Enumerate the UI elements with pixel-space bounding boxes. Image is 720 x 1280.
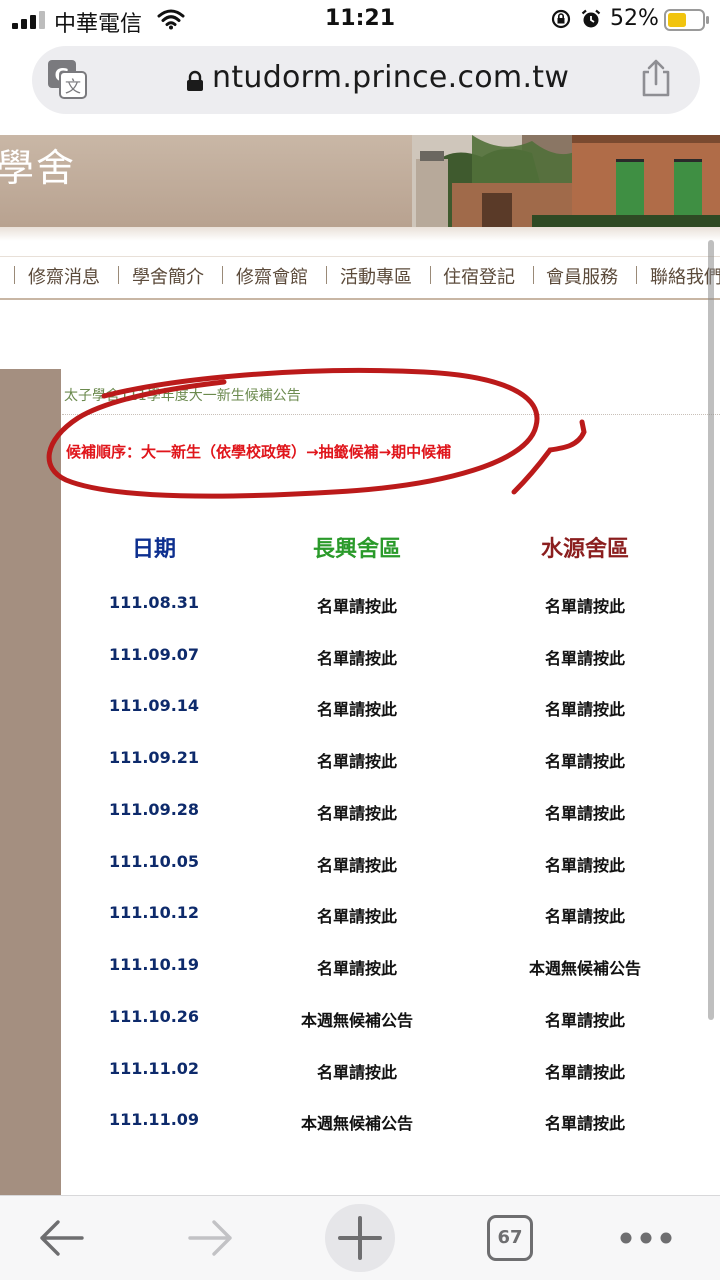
changxing-link[interactable]: 名單請按此 [237, 645, 477, 669]
back-arrow-icon[interactable] [36, 1214, 88, 1262]
table-row: 111.08.31 名單請按此 名單請按此 [0, 593, 720, 623]
shuiyuan-link[interactable]: 名單請按此 [465, 748, 705, 772]
share-icon[interactable] [638, 58, 674, 98]
no-waitlist-notice: 本週無候補公告 [300, 1011, 413, 1030]
nav-separator [636, 266, 637, 284]
shuiyuan-link[interactable]: 名單請按此 [465, 593, 705, 617]
table-row: 111.10.19 名單請按此 本週無候補公告 [0, 955, 720, 985]
battery-icon [664, 9, 709, 31]
nav-separator [222, 266, 223, 284]
battery-percentage: 52% [610, 6, 659, 31]
changxing-link[interactable]: 名單請按此 [237, 955, 477, 979]
shuiyuan-link[interactable]: 名單請按此 [465, 645, 705, 669]
changxing-link[interactable]: 名單請按此 [237, 748, 477, 772]
no-waitlist-notice: 本週無候補公告 [300, 1114, 413, 1133]
waitlist-order: 候補順序：大一新生（依學校政策）→抽籤候補→期中候補 [66, 443, 452, 461]
nav-item-registration[interactable]: 住宿登記 [443, 263, 515, 289]
shuiyuan-link[interactable]: 名單請按此 [465, 852, 705, 876]
nav-item-hall[interactable]: 修齋會館 [236, 263, 308, 289]
shuiyuan-link[interactable]: 名單請按此 [465, 1059, 705, 1083]
column-header-changxing: 長興舍區 [312, 537, 401, 562]
plus-icon [338, 1216, 382, 1260]
nav-separator [326, 266, 327, 284]
site-banner: 學舍 [0, 135, 720, 227]
nav-item-about[interactable]: 學舍簡介 [132, 263, 204, 289]
hand-drawn-circle-annotation [46, 367, 587, 499]
nav-item-members[interactable]: 會員服務 [546, 263, 618, 289]
table-row: 111.09.28 名單請按此 名單請按此 [0, 800, 720, 830]
table-row: 111.09.21 名單請按此 名單請按此 [0, 748, 720, 778]
padlock-icon [187, 70, 203, 91]
announcement-divider [62, 414, 720, 415]
status-bar: 中華電信 11:21 52% [0, 0, 720, 40]
nav-divider-bottom [0, 298, 720, 300]
svg-text:文: 文 [65, 77, 81, 96]
table-row: 111.09.14 名單請按此 名單請按此 [0, 696, 720, 726]
changxing-link[interactable]: 名單請按此 [237, 696, 477, 720]
no-waitlist-notice: 本週無候補公告 [528, 959, 641, 978]
shuiyuan-link[interactable]: 名單請按此 [465, 1110, 705, 1134]
tabs-icon[interactable]: 67 [487, 1215, 533, 1261]
banner-shadow [0, 227, 720, 241]
table-row: 111.09.07 名單請按此 名單請按此 [0, 645, 720, 675]
banner-title: 學舍 [0, 146, 77, 190]
shuiyuan-link[interactable]: 名單請按此 [465, 903, 705, 927]
new-tab-button[interactable] [325, 1204, 395, 1272]
translate-icon[interactable]: G 文 [46, 58, 88, 100]
changxing-link[interactable]: 名單請按此 [237, 852, 477, 876]
table-row: 111.10.26 本週無候補公告 名單請按此 [0, 1007, 720, 1037]
nav-item-events[interactable]: 活動專區 [340, 263, 412, 289]
changxing-link[interactable]: 名單請按此 [237, 1059, 477, 1083]
table-row: 111.11.02 名單請按此 名單請按此 [0, 1059, 720, 1089]
shuiyuan-link[interactable]: 名單請按此 [465, 1007, 705, 1031]
changxing-link[interactable]: 名單請按此 [237, 800, 477, 824]
page-scrollbar[interactable] [708, 240, 714, 1020]
nav-separator [14, 266, 15, 284]
nav-separator [533, 266, 534, 284]
dormitory-photo [412, 135, 720, 227]
rotation-lock-icon [551, 9, 571, 29]
shuiyuan-link[interactable]: 名單請按此 [465, 696, 705, 720]
column-header-shuiyuan: 水源舍區 [540, 537, 629, 562]
announcement-title[interactable]: 太子學舍111學年度大一新生候補公告 [64, 385, 301, 405]
changxing-link[interactable]: 名單請按此 [237, 593, 477, 617]
forward-arrow-icon[interactable] [184, 1214, 236, 1262]
nav-divider-top [0, 256, 720, 257]
table-row: 111.10.12 名單請按此 名單請按此 [0, 903, 720, 933]
table-row: 111.11.09 本週無候補公告 名單請按此 [0, 1110, 720, 1140]
nav-separator [118, 266, 119, 284]
nav-separator [430, 266, 431, 284]
url-text[interactable]: ntudorm.prince.com.tw [212, 60, 569, 95]
table-row: 111.10.05 名單請按此 名單請按此 [0, 852, 720, 882]
nav-item-news[interactable]: 修齋消息 [28, 263, 100, 289]
shuiyuan-link[interactable]: 名單請按此 [465, 800, 705, 824]
more-icon[interactable] [618, 1228, 674, 1248]
changxing-link[interactable]: 名單請按此 [237, 903, 477, 927]
alarm-icon [581, 9, 601, 28]
